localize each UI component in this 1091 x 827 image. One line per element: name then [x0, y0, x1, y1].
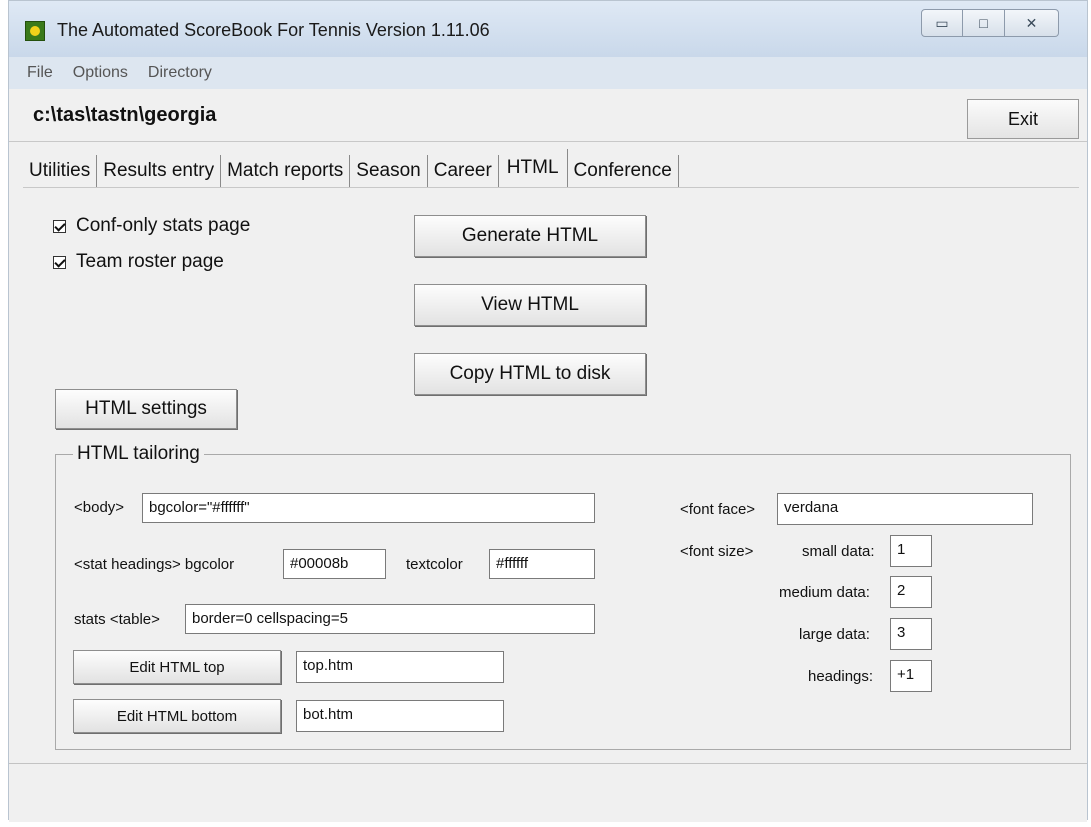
team-roster-label: Team roster page	[76, 251, 224, 272]
font-face-label: <font face>	[680, 501, 756, 518]
exit-button[interactable]: Exit	[967, 99, 1079, 139]
stats-table-label: stats <table>	[74, 611, 160, 628]
tab-html[interactable]: HTML	[498, 149, 568, 187]
app-icon	[25, 21, 45, 41]
large-data-input[interactable]: 3	[890, 618, 932, 650]
menu-bar: File Options Directory	[9, 57, 1087, 89]
tab-results-entry[interactable]: Results entry	[97, 155, 222, 187]
conf-only-label: Conf-only stats page	[76, 215, 251, 236]
checkbox-checked-icon	[53, 255, 66, 269]
tab-utilities[interactable]: Utilities	[23, 155, 98, 187]
tab-season[interactable]: Season	[350, 155, 428, 187]
conf-only-checkbox[interactable]: Conf-only stats page	[53, 215, 250, 237]
body-label: <body>	[74, 499, 125, 516]
html-top-file-input[interactable]: top.htm	[296, 651, 504, 683]
view-html-button[interactable]: View HTML	[414, 284, 646, 326]
stats-table-attributes-input[interactable]: border=0 cellspacing=5	[185, 604, 595, 634]
maximize-button[interactable]: □	[963, 9, 1005, 37]
menu-file[interactable]: File	[27, 64, 53, 82]
large-data-label: large data:	[799, 626, 870, 643]
medium-data-label: medium data:	[779, 584, 870, 601]
title-bar[interactable]: The Automated ScoreBook For Tennis Versi…	[9, 1, 1087, 57]
medium-data-input[interactable]: 2	[890, 576, 932, 608]
body-attributes-input[interactable]: bgcolor="#ffffff"	[142, 493, 595, 523]
edit-html-top-button[interactable]: Edit HTML top	[73, 650, 281, 684]
tab-career[interactable]: Career	[428, 155, 499, 187]
headings-label: headings:	[808, 668, 874, 685]
menu-options[interactable]: Options	[73, 64, 128, 82]
copy-html-to-disk-button[interactable]: Copy HTML to disk	[414, 353, 646, 395]
stat-headings-bgcolor-input[interactable]: #00008b	[283, 549, 386, 579]
current-directory: c:\tas\tastn\georgia	[33, 104, 217, 126]
textcolor-input[interactable]: #ffffff	[489, 549, 595, 579]
edit-html-bottom-button[interactable]: Edit HTML bottom	[73, 699, 281, 733]
menu-directory[interactable]: Directory	[148, 64, 212, 82]
html-settings-button[interactable]: HTML settings	[55, 389, 237, 429]
font-face-input[interactable]: verdana	[777, 493, 1033, 525]
small-data-input[interactable]: 1	[890, 535, 932, 567]
tab-conference[interactable]: Conference	[568, 155, 679, 187]
headings-input[interactable]: +1	[890, 660, 932, 692]
html-tailoring-legend: HTML tailoring	[73, 443, 204, 465]
tab-strip: Utilities Results entry Match reports Se…	[23, 149, 679, 187]
window-title: The Automated ScoreBook For Tennis Versi…	[57, 20, 490, 40]
html-bottom-file-input[interactable]: bot.htm	[296, 700, 504, 732]
minimize-button[interactable]: ▭	[921, 9, 963, 37]
stat-headings-bgcolor-label: <stat headings> bgcolor	[74, 556, 235, 573]
font-size-label: <font size>	[680, 543, 754, 560]
tab-match-reports[interactable]: Match reports	[221, 155, 351, 187]
close-button[interactable]: ✕	[1005, 9, 1059, 37]
small-data-label: small data:	[802, 543, 875, 560]
path-bar: c:\tas\tastn\georgia Exit	[9, 91, 1087, 142]
window-controls: ▭ □ ✕	[921, 9, 1059, 37]
generate-html-button[interactable]: Generate HTML	[414, 215, 646, 257]
checkbox-checked-icon	[53, 219, 66, 233]
textcolor-label: textcolor	[406, 556, 463, 573]
team-roster-checkbox[interactable]: Team roster page	[53, 251, 224, 273]
status-bar	[9, 763, 1087, 822]
app-window: The Automated ScoreBook For Tennis Versi…	[8, 0, 1088, 822]
